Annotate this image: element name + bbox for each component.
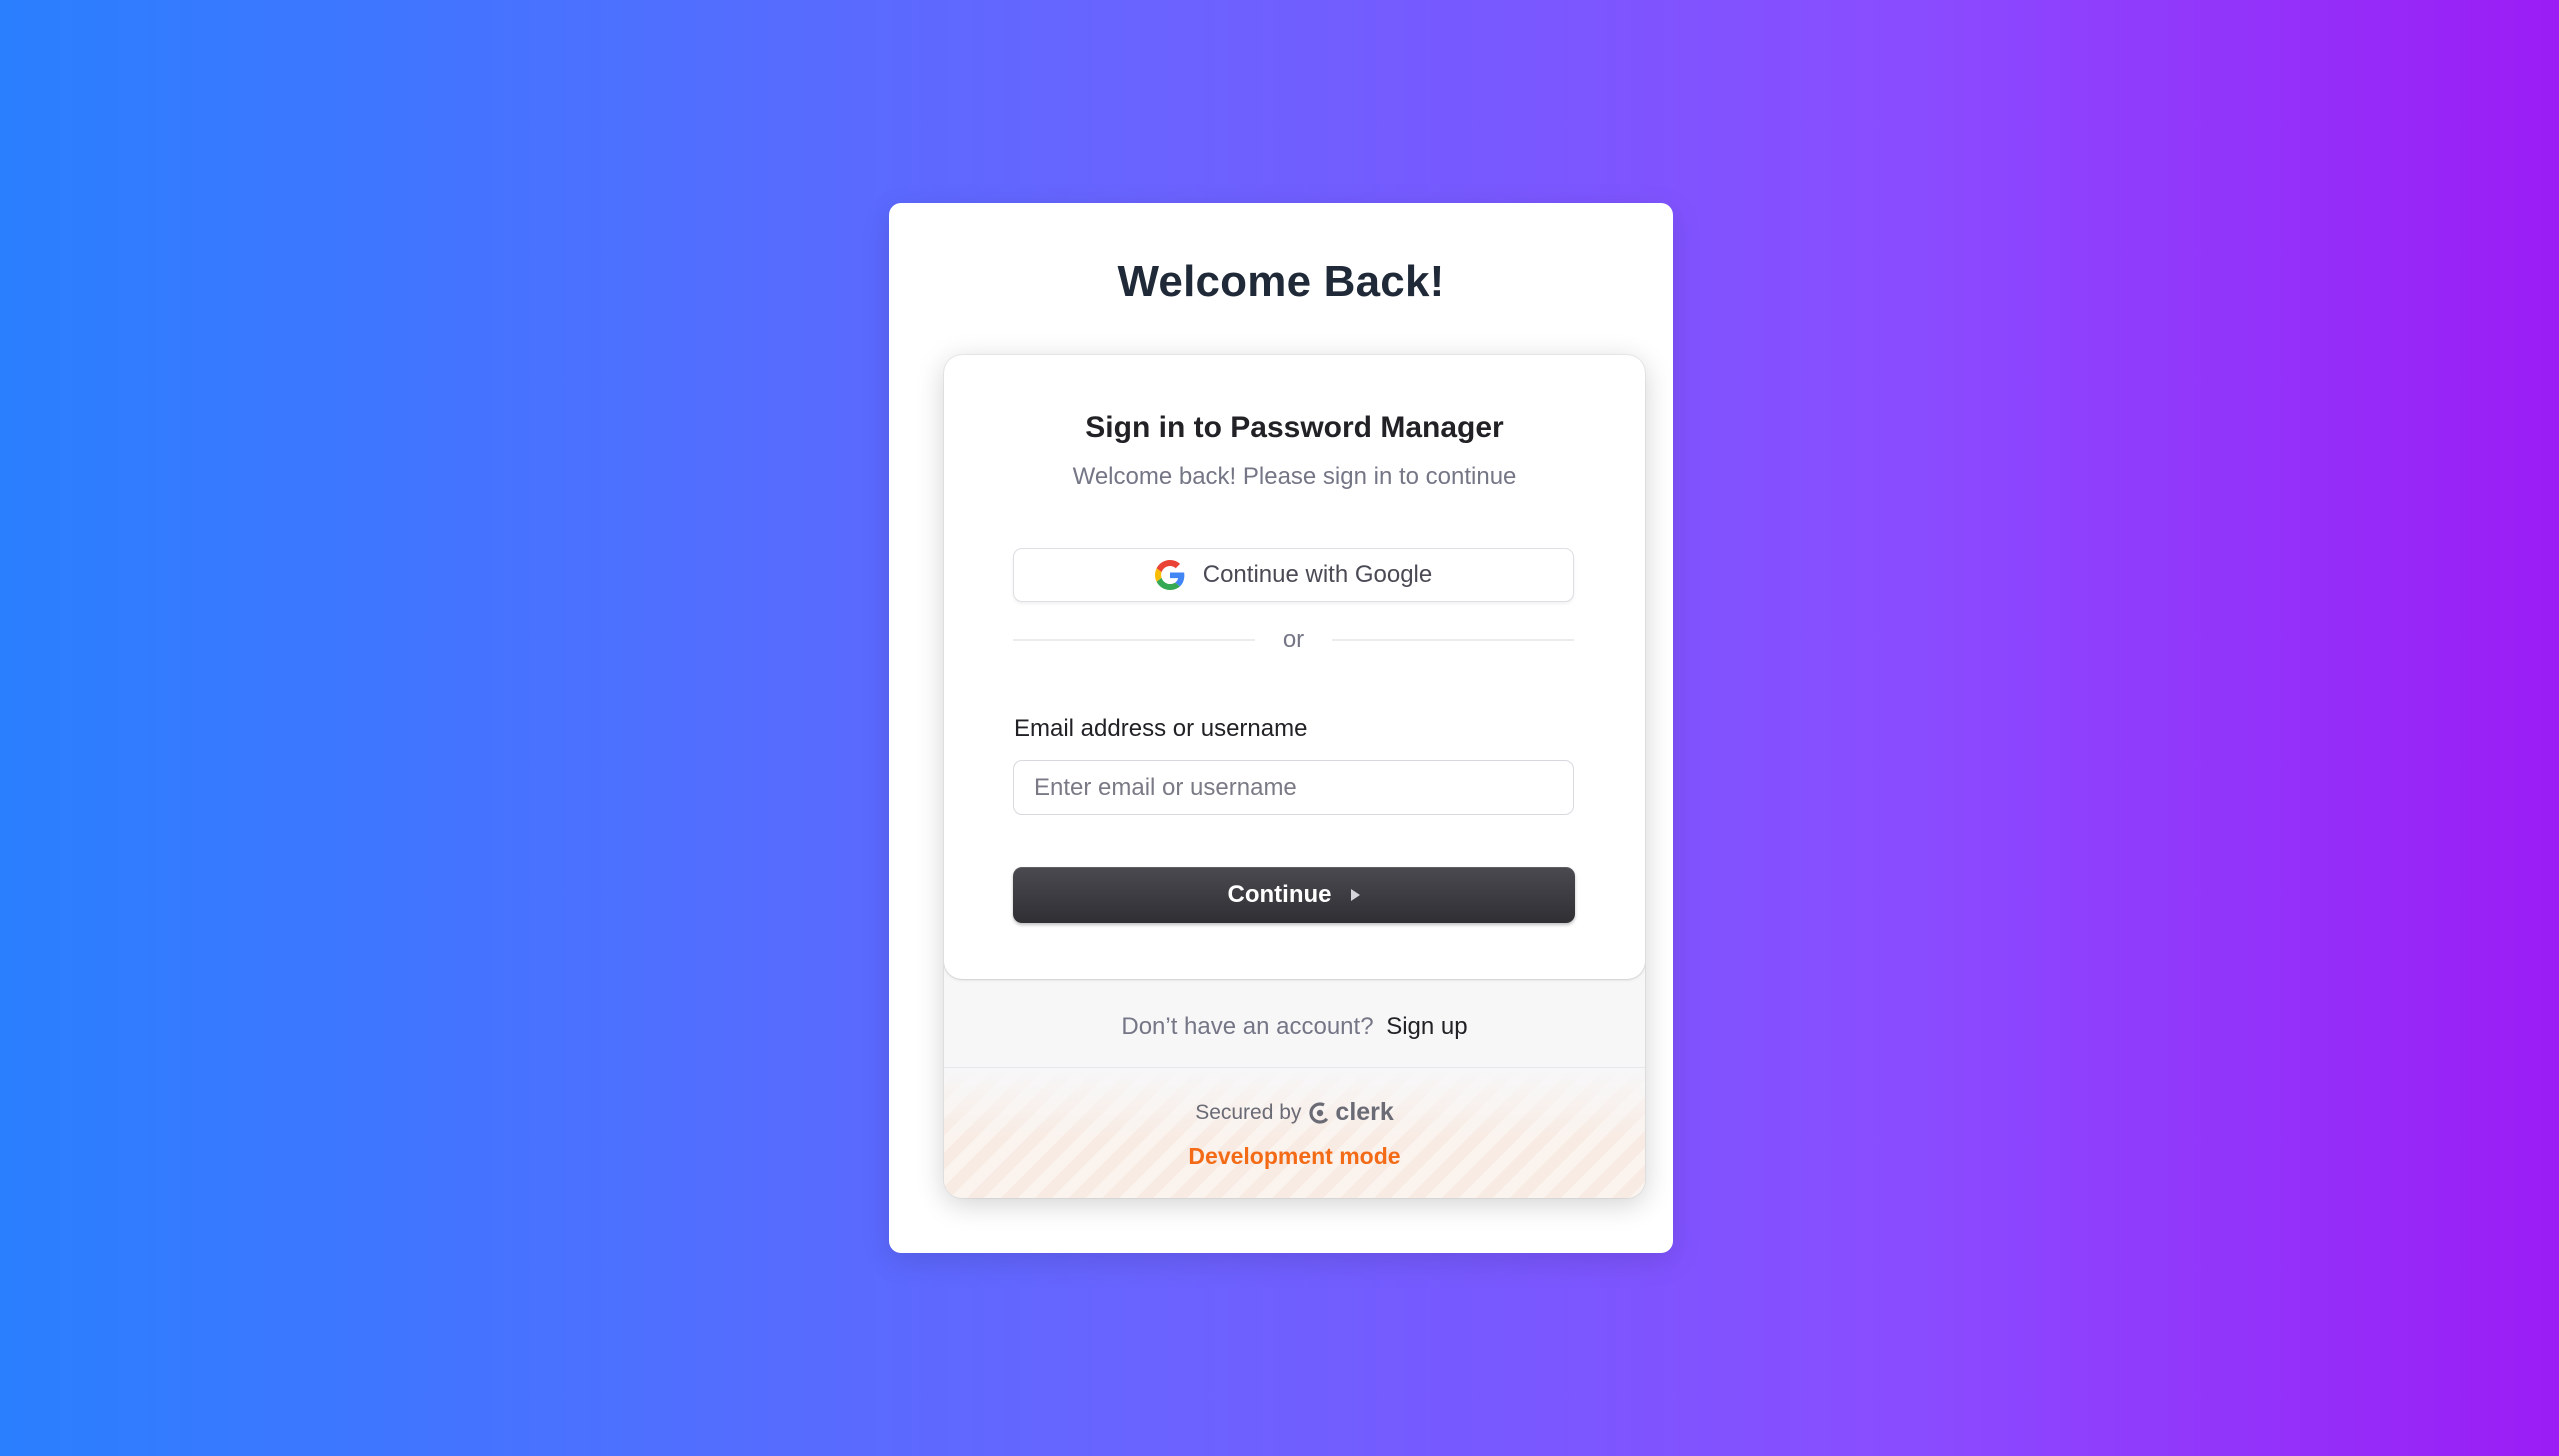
sign-in-title: Sign in to Password Manager bbox=[1085, 411, 1504, 444]
secured-by-text: Secured by bbox=[1195, 1100, 1302, 1124]
clerk-footer: Secured by clerk Development mode bbox=[944, 1068, 1645, 1198]
or-divider: or bbox=[1013, 625, 1574, 655]
sign-in-card: Sign in to Password Manager Welcome back… bbox=[944, 355, 1645, 1198]
sign-in-subtitle: Welcome back! Please sign in to continue bbox=[1072, 463, 1517, 490]
triangle-right-icon bbox=[1351, 889, 1361, 901]
divider-line-right bbox=[1332, 639, 1574, 641]
continue-button-label: Continue bbox=[1227, 881, 1332, 908]
continue-with-google-button[interactable]: Continue with Google bbox=[1013, 548, 1574, 602]
identifier-input[interactable] bbox=[1013, 760, 1574, 815]
clerk-logo[interactable]: clerk bbox=[1309, 1098, 1394, 1127]
divider-text: or bbox=[1282, 626, 1305, 653]
development-mode-label: Development mode bbox=[1188, 1143, 1401, 1169]
divider-line-left bbox=[1013, 639, 1255, 641]
continue-button[interactable]: Continue bbox=[1013, 867, 1575, 923]
footer-overlay bbox=[944, 1068, 1645, 1198]
clerk-logo-icon bbox=[1309, 1101, 1332, 1124]
sign-in-main: Sign in to Password Manager Welcome back… bbox=[944, 355, 1645, 979]
google-button-label: Continue with Google bbox=[1202, 561, 1433, 588]
signup-prompt: Don’t have an account? bbox=[1121, 1013, 1374, 1040]
signup-row: Don’t have an account? Sign up bbox=[944, 1013, 1645, 1041]
secured-by-row: Secured by clerk bbox=[944, 1098, 1645, 1127]
google-icon bbox=[1154, 560, 1185, 590]
identifier-label: Email address or username bbox=[1014, 715, 1308, 742]
sign-up-link[interactable]: Sign up bbox=[1386, 1013, 1467, 1040]
welcome-card: Welcome Back! Sign in to Password Manage… bbox=[889, 203, 1673, 1253]
clerk-logo-text: clerk bbox=[1335, 1098, 1394, 1126]
page-title: Welcome Back! bbox=[1117, 257, 1445, 306]
